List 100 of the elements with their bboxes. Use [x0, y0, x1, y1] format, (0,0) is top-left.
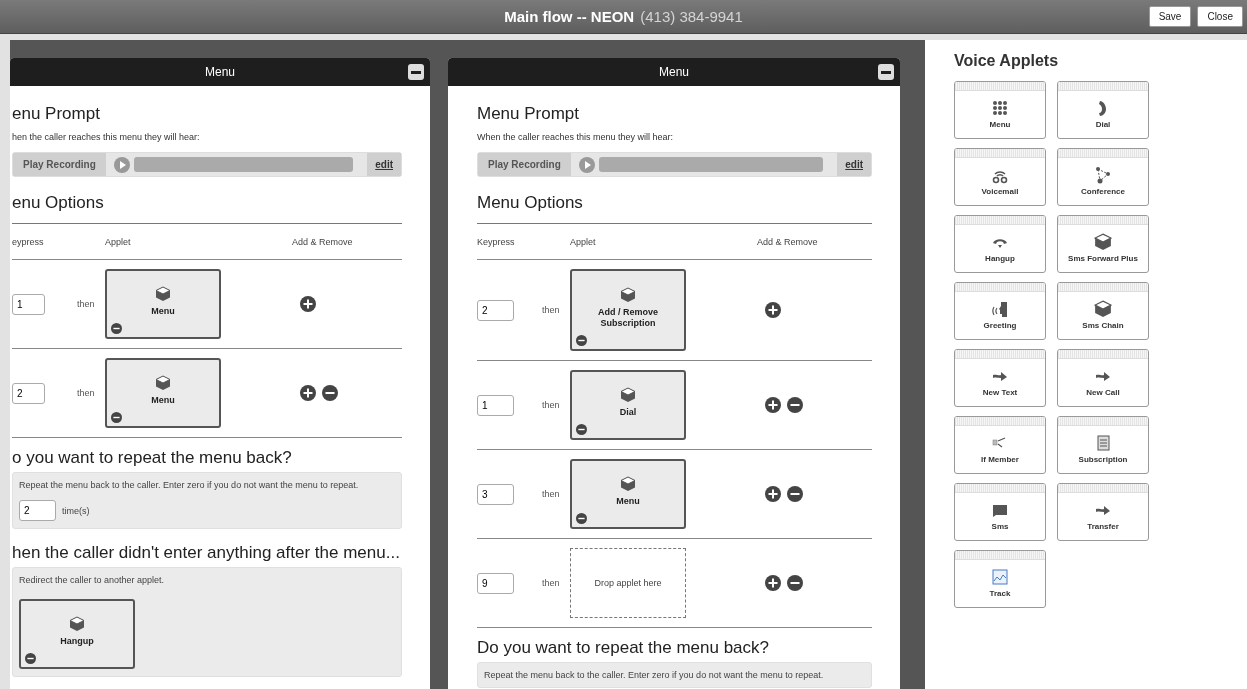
cube-icon	[620, 476, 636, 493]
play-icon[interactable]	[578, 156, 595, 173]
panel-title: Menu	[205, 65, 235, 79]
remove-applet-icon[interactable]	[25, 653, 36, 664]
applet-palette-item[interactable]: Subscription	[1057, 416, 1149, 474]
column-header: eypress	[12, 236, 45, 247]
sidebar-heading: Voice Applets	[954, 52, 1060, 70]
applet-tile[interactable]: Menu	[105, 269, 221, 339]
remove-applet-icon[interactable]	[111, 412, 122, 423]
keypad-icon	[991, 99, 1009, 117]
remove-icon[interactable]	[787, 575, 803, 591]
keypress-field[interactable]: 1	[12, 293, 45, 315]
edit-link[interactable]: edit	[367, 153, 401, 176]
add-icon[interactable]	[300, 385, 316, 401]
section-heading: enu Prompt	[12, 104, 101, 124]
keypress-field[interactable]: 1	[477, 394, 514, 416]
conference-icon	[1094, 166, 1112, 184]
applet-palette-item[interactable]: Hangup	[954, 215, 1046, 273]
section-heading: enu Options	[12, 193, 105, 213]
then-label: then	[542, 305, 561, 315]
column-header: Applet	[105, 236, 132, 247]
column-header: Add & Remove	[292, 236, 354, 247]
cube-icon	[620, 387, 636, 404]
fallback-description: Redirect the caller to another applet.	[19, 575, 166, 585]
applet-label: Menu	[616, 496, 640, 508]
remove-icon[interactable]	[322, 385, 338, 401]
flow-title: Main flow -- NEON	[504, 8, 635, 25]
applet-palette-item[interactable]: Transfer	[1057, 483, 1149, 541]
applet-palette-item[interactable]: If Member	[954, 416, 1046, 474]
applet-palette-item[interactable]: Voicemail	[954, 148, 1046, 206]
collapse-button[interactable]	[878, 64, 894, 80]
applet-palette-item[interactable]: Sms Forward Plus	[1057, 215, 1149, 273]
remove-icon[interactable]	[787, 486, 803, 502]
prompt-description: When the caller reaches this menu they will hear:	[477, 132, 675, 142]
add-icon[interactable]	[765, 486, 781, 502]
then-label: then	[542, 489, 561, 499]
applet-palette-item[interactable]: Conference	[1057, 148, 1149, 206]
repeat-description: Repeat the menu back to the caller. Enter zero if you do not want the menu to repeat.	[19, 480, 360, 490]
toolbar-button[interactable]: Save	[1148, 6, 1192, 27]
panel-title: Menu	[659, 65, 689, 79]
cube-icon	[1094, 233, 1112, 251]
applet-palette-item[interactable]: Menu	[954, 81, 1046, 139]
applet-palette-item[interactable]: New Text	[954, 349, 1046, 407]
then-label: then	[77, 388, 96, 398]
play-recording-label: Play Recording	[478, 153, 571, 176]
section-heading: o you want to repeat the menu back?	[12, 448, 293, 468]
keypress-field[interactable]: 9	[477, 572, 514, 594]
column-header: Keypress	[477, 236, 516, 247]
cube-icon	[155, 286, 171, 303]
repeat-description: Repeat the menu back to the caller. Enter zero if you do not want the menu to repeat.	[484, 670, 825, 680]
applet-palette-item[interactable]: Sms Chain	[1057, 282, 1149, 340]
remove-icon[interactable]	[787, 397, 803, 413]
play-icon[interactable]	[113, 156, 130, 173]
remove-applet-icon[interactable]	[576, 513, 587, 524]
applet-palette-item[interactable]: Sms	[954, 483, 1046, 541]
applet-palette-item[interactable]: Dial	[1057, 81, 1149, 139]
remove-applet-icon[interactable]	[111, 323, 122, 334]
add-icon[interactable]	[300, 296, 316, 312]
applet-tile[interactable]: Hangup	[19, 599, 135, 669]
applet-label: Dial	[619, 407, 637, 419]
applet-label: Hangup	[60, 636, 94, 648]
drop-zone[interactable]: Drop applet here	[570, 548, 686, 618]
remove-applet-icon[interactable]	[576, 335, 587, 346]
keypress-field[interactable]: 2	[12, 382, 45, 404]
applet-label: Add / Remove Subscription	[597, 306, 659, 330]
applet-palette-item[interactable]: Greeting	[954, 282, 1046, 340]
toolbar-button[interactable]: Close	[1197, 6, 1243, 27]
then-label: then	[542, 578, 561, 588]
edit-link[interactable]: edit	[837, 153, 871, 176]
minus-icon	[881, 70, 891, 74]
applet-tile[interactable]: Dial	[570, 370, 686, 440]
applet-tile[interactable]: Menu	[570, 459, 686, 529]
applet-palette-item[interactable]: Track	[954, 550, 1046, 608]
then-label: then	[77, 299, 96, 309]
cube-icon	[155, 375, 171, 392]
keypress-field[interactable]: 2	[477, 299, 514, 321]
minus-icon	[411, 70, 421, 74]
section-heading: Menu Prompt	[477, 104, 581, 124]
column-header: Add & Remove	[757, 236, 819, 247]
add-icon[interactable]	[765, 575, 781, 591]
column-header: Applet	[570, 236, 597, 247]
times-label: time(s)	[62, 505, 90, 516]
applet-palette-item[interactable]: New Call	[1057, 349, 1149, 407]
cube-icon	[69, 616, 85, 633]
prompt-description: hen the caller reaches this menu they will hear:	[12, 132, 201, 142]
add-icon[interactable]	[765, 397, 781, 413]
drop-hint: Drop applet here	[594, 578, 662, 588]
play-recording-label: Play Recording	[13, 153, 106, 176]
collapse-button[interactable]	[408, 64, 424, 80]
applet-tile[interactable]: Add / Remove Subscription	[570, 269, 686, 351]
then-label: then	[542, 400, 561, 410]
keypress-field[interactable]: 3	[477, 483, 514, 505]
cube-icon	[620, 286, 636, 303]
section-heading: Menu Options	[477, 193, 584, 213]
remove-applet-icon[interactable]	[576, 424, 587, 435]
applet-label: Menu	[151, 395, 175, 407]
applet-label: Menu	[151, 306, 175, 318]
applet-tile[interactable]: Menu	[105, 358, 221, 428]
add-icon[interactable]	[765, 302, 781, 318]
repeat-count-field[interactable]: 2	[19, 500, 56, 521]
